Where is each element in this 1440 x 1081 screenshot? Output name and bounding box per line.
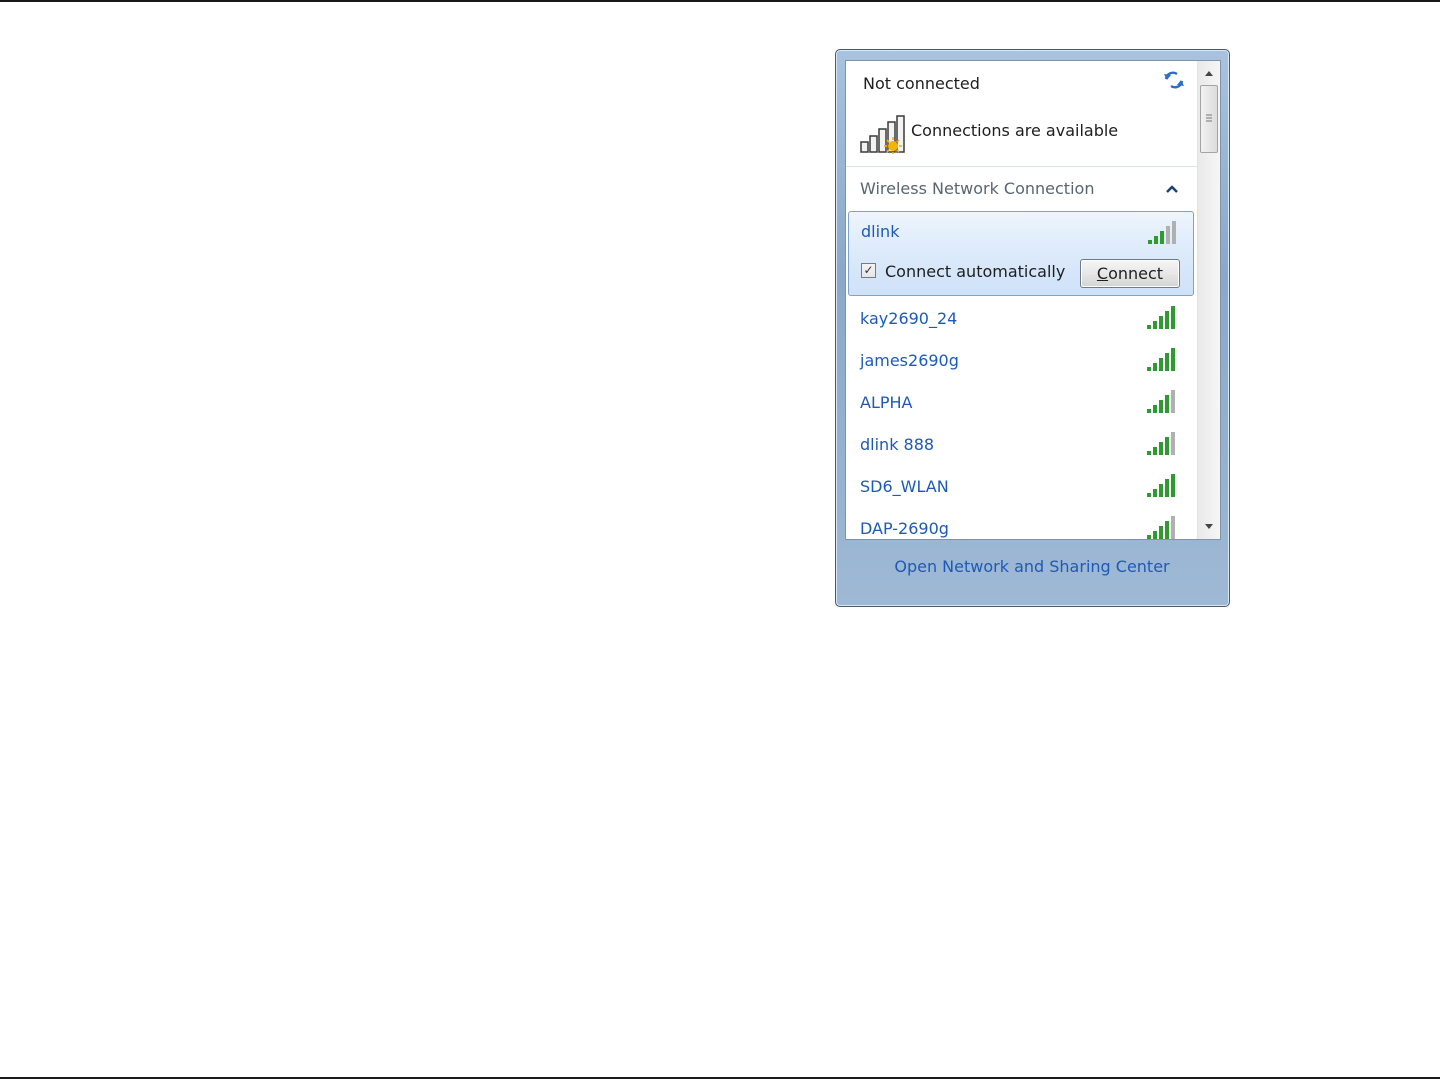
signal-strength-icon <box>1147 348 1175 371</box>
wireless-group-header[interactable]: Wireless Network Connection <box>846 167 1197 211</box>
network-name: dlink 888 <box>860 435 935 454</box>
signal-strength-icon <box>1147 432 1175 455</box>
selected-network-item[interactable]: dlink ✓ Connect automatically Connect <box>848 211 1194 296</box>
vertical-scrollbar[interactable] <box>1197 61 1220 539</box>
scrollbar-thumb[interactable] <box>1200 85 1218 153</box>
connect-button-label: onnect <box>1108 264 1164 283</box>
network-item-james2690g[interactable]: james2690g <box>846 341 1197 383</box>
network-item-sd6-wlan[interactable]: SD6_WLAN <box>846 467 1197 509</box>
connect-button-accesskey: C <box>1096 264 1109 283</box>
top-rule <box>0 0 1440 2</box>
wireless-group-label: Wireless Network Connection <box>860 179 1095 198</box>
chevron-up-icon[interactable] <box>1166 184 1178 194</box>
scroll-down-arrow-icon[interactable] <box>1204 523 1214 531</box>
network-name: ALPHA <box>860 393 913 412</box>
signal-strength-icon <box>1148 221 1176 244</box>
network-item-dlink-888[interactable]: dlink 888 <box>846 425 1197 467</box>
network-item-dap-2690g[interactable]: DAP-2690g <box>846 509 1197 539</box>
connection-status-title: Not connected <box>863 74 980 93</box>
connect-button[interactable]: Connect <box>1080 259 1180 288</box>
refresh-icon[interactable] <box>1162 69 1186 91</box>
open-network-sharing-center-link[interactable]: Open Network and Sharing Center <box>845 557 1219 576</box>
network-name: SD6_WLAN <box>860 477 949 496</box>
network-list: Not connected Connections are available … <box>846 61 1197 539</box>
network-name: james2690g <box>860 351 959 370</box>
connect-automatically-checkbox[interactable]: ✓ <box>861 263 876 278</box>
flyout-footer: Open Network and Sharing Center <box>845 539 1219 597</box>
network-name: kay2690_24 <box>860 309 958 328</box>
signal-strength-icon <box>1147 390 1175 413</box>
bottom-rule <box>0 1077 1440 1079</box>
signal-strength-icon <box>1147 306 1175 329</box>
connection-status-text: Connections are available <box>911 121 1119 140</box>
connect-automatically-label: Connect automatically <box>885 262 1066 281</box>
signal-strength-icon <box>1147 474 1175 497</box>
network-list-pane: Not connected Connections are available … <box>845 60 1221 540</box>
network-name: DAP-2690g <box>860 519 949 538</box>
signal-strength-icon <box>1147 516 1175 539</box>
scroll-up-arrow-icon[interactable] <box>1204 69 1214 77</box>
network-available-icon <box>860 115 905 154</box>
network-item-alpha[interactable]: ALPHA <box>846 383 1197 425</box>
grip-icon <box>1206 114 1212 122</box>
network-item-kay2690-24[interactable]: kay2690_24 <box>846 299 1197 341</box>
selected-network-name: dlink <box>861 222 900 241</box>
wireless-network-flyout: Not connected Connections are available … <box>835 49 1230 607</box>
